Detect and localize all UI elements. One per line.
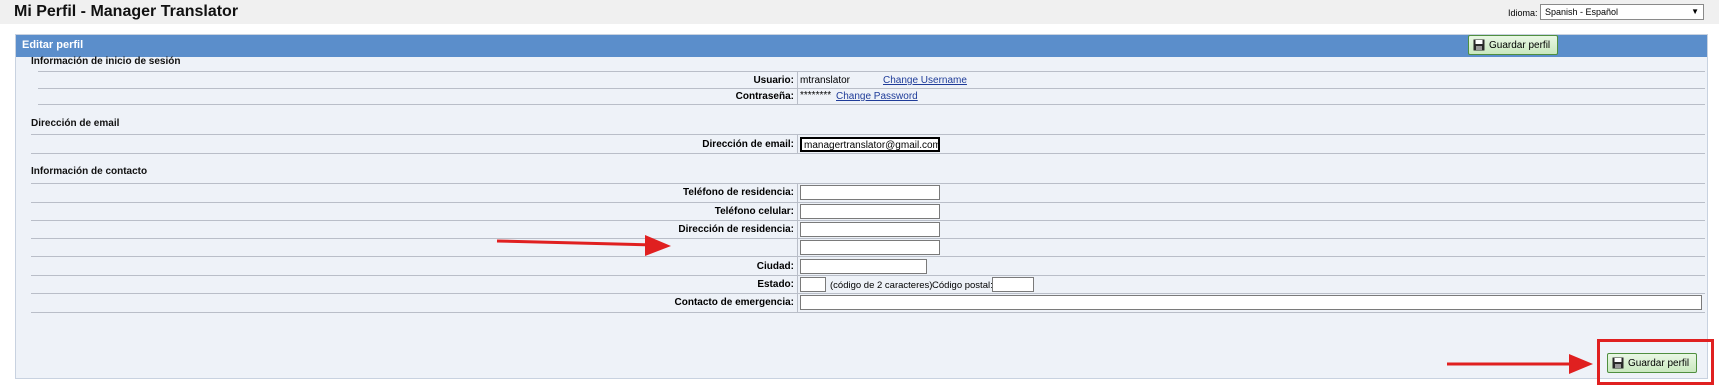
emergency-contact-field[interactable] xyxy=(800,295,1702,310)
username-value: mtranslator xyxy=(800,75,851,86)
address-line2-field[interactable] xyxy=(800,240,940,255)
column-divider xyxy=(797,134,798,153)
state-label: Estado: xyxy=(757,279,794,290)
save-profile-label: Guardar perfil xyxy=(1489,39,1551,51)
home-phone-label: Teléfono de residencia: xyxy=(683,187,794,198)
divider xyxy=(38,104,1705,105)
address-label: Dirección de residencia: xyxy=(678,224,794,235)
divider xyxy=(31,256,1705,257)
password-label: Contraseña: xyxy=(735,91,794,102)
divider xyxy=(31,312,1705,313)
panel-header: Editar perfil Guardar perfil xyxy=(16,35,1707,57)
top-bar: Mi Perfil - Manager Translator Idioma: S… xyxy=(0,0,1719,24)
contact-section-title: Información de contacto xyxy=(31,166,148,177)
cell-phone-label: Teléfono celular: xyxy=(714,206,794,217)
language-label: Idioma: xyxy=(1508,8,1538,18)
change-password-link[interactable]: Change Password xyxy=(836,91,918,102)
floppy-disk-icon xyxy=(1473,39,1485,51)
divider xyxy=(31,238,1705,239)
annotation-arrow-icon xyxy=(1447,354,1593,374)
state-hint: (código de 2 caracteres) xyxy=(830,280,933,291)
panel-title: Editar perfil xyxy=(22,39,84,51)
column-divider xyxy=(797,183,798,312)
divider xyxy=(31,275,1705,276)
email-section-title: Dirección de email xyxy=(31,118,120,129)
divider xyxy=(31,220,1705,221)
divider xyxy=(31,134,1705,135)
cell-phone-field[interactable] xyxy=(800,204,940,219)
city-label: Ciudad: xyxy=(756,261,794,272)
city-field[interactable] xyxy=(800,259,927,274)
address-line1-field[interactable] xyxy=(800,222,940,237)
chevron-down-icon: ▼ xyxy=(1691,7,1699,16)
annotation-arrow-icon xyxy=(496,235,671,256)
divider xyxy=(31,183,1705,184)
divider xyxy=(31,293,1705,294)
divider xyxy=(38,71,1705,72)
email-label: Dirección de email: xyxy=(702,139,794,150)
zip-label: Código postal: xyxy=(932,280,993,291)
emergency-contact-label: Contacto de emergencia: xyxy=(674,297,794,308)
login-section-title: Información de inicio de sesión xyxy=(31,56,181,67)
divider xyxy=(31,153,1705,154)
divider xyxy=(38,88,1705,89)
save-profile-button-top[interactable]: Guardar perfil xyxy=(1468,35,1558,55)
page-title: Mi Perfil - Manager Translator xyxy=(14,3,239,20)
annotation-highlight-box xyxy=(1597,339,1714,385)
language-select-value: Spanish - Español xyxy=(1545,7,1619,17)
language-select[interactable]: Spanish - Español ▼ xyxy=(1540,4,1704,20)
divider xyxy=(31,202,1705,203)
password-value: ******** xyxy=(800,90,832,101)
username-label: Usuario: xyxy=(753,75,794,86)
state-field[interactable] xyxy=(800,277,826,292)
email-field[interactable]: managertranslator@gmail.com xyxy=(800,137,940,152)
zip-field[interactable] xyxy=(992,277,1034,292)
change-username-link[interactable]: Change Username xyxy=(883,75,967,86)
home-phone-field[interactable] xyxy=(800,185,940,200)
column-divider xyxy=(797,71,798,104)
